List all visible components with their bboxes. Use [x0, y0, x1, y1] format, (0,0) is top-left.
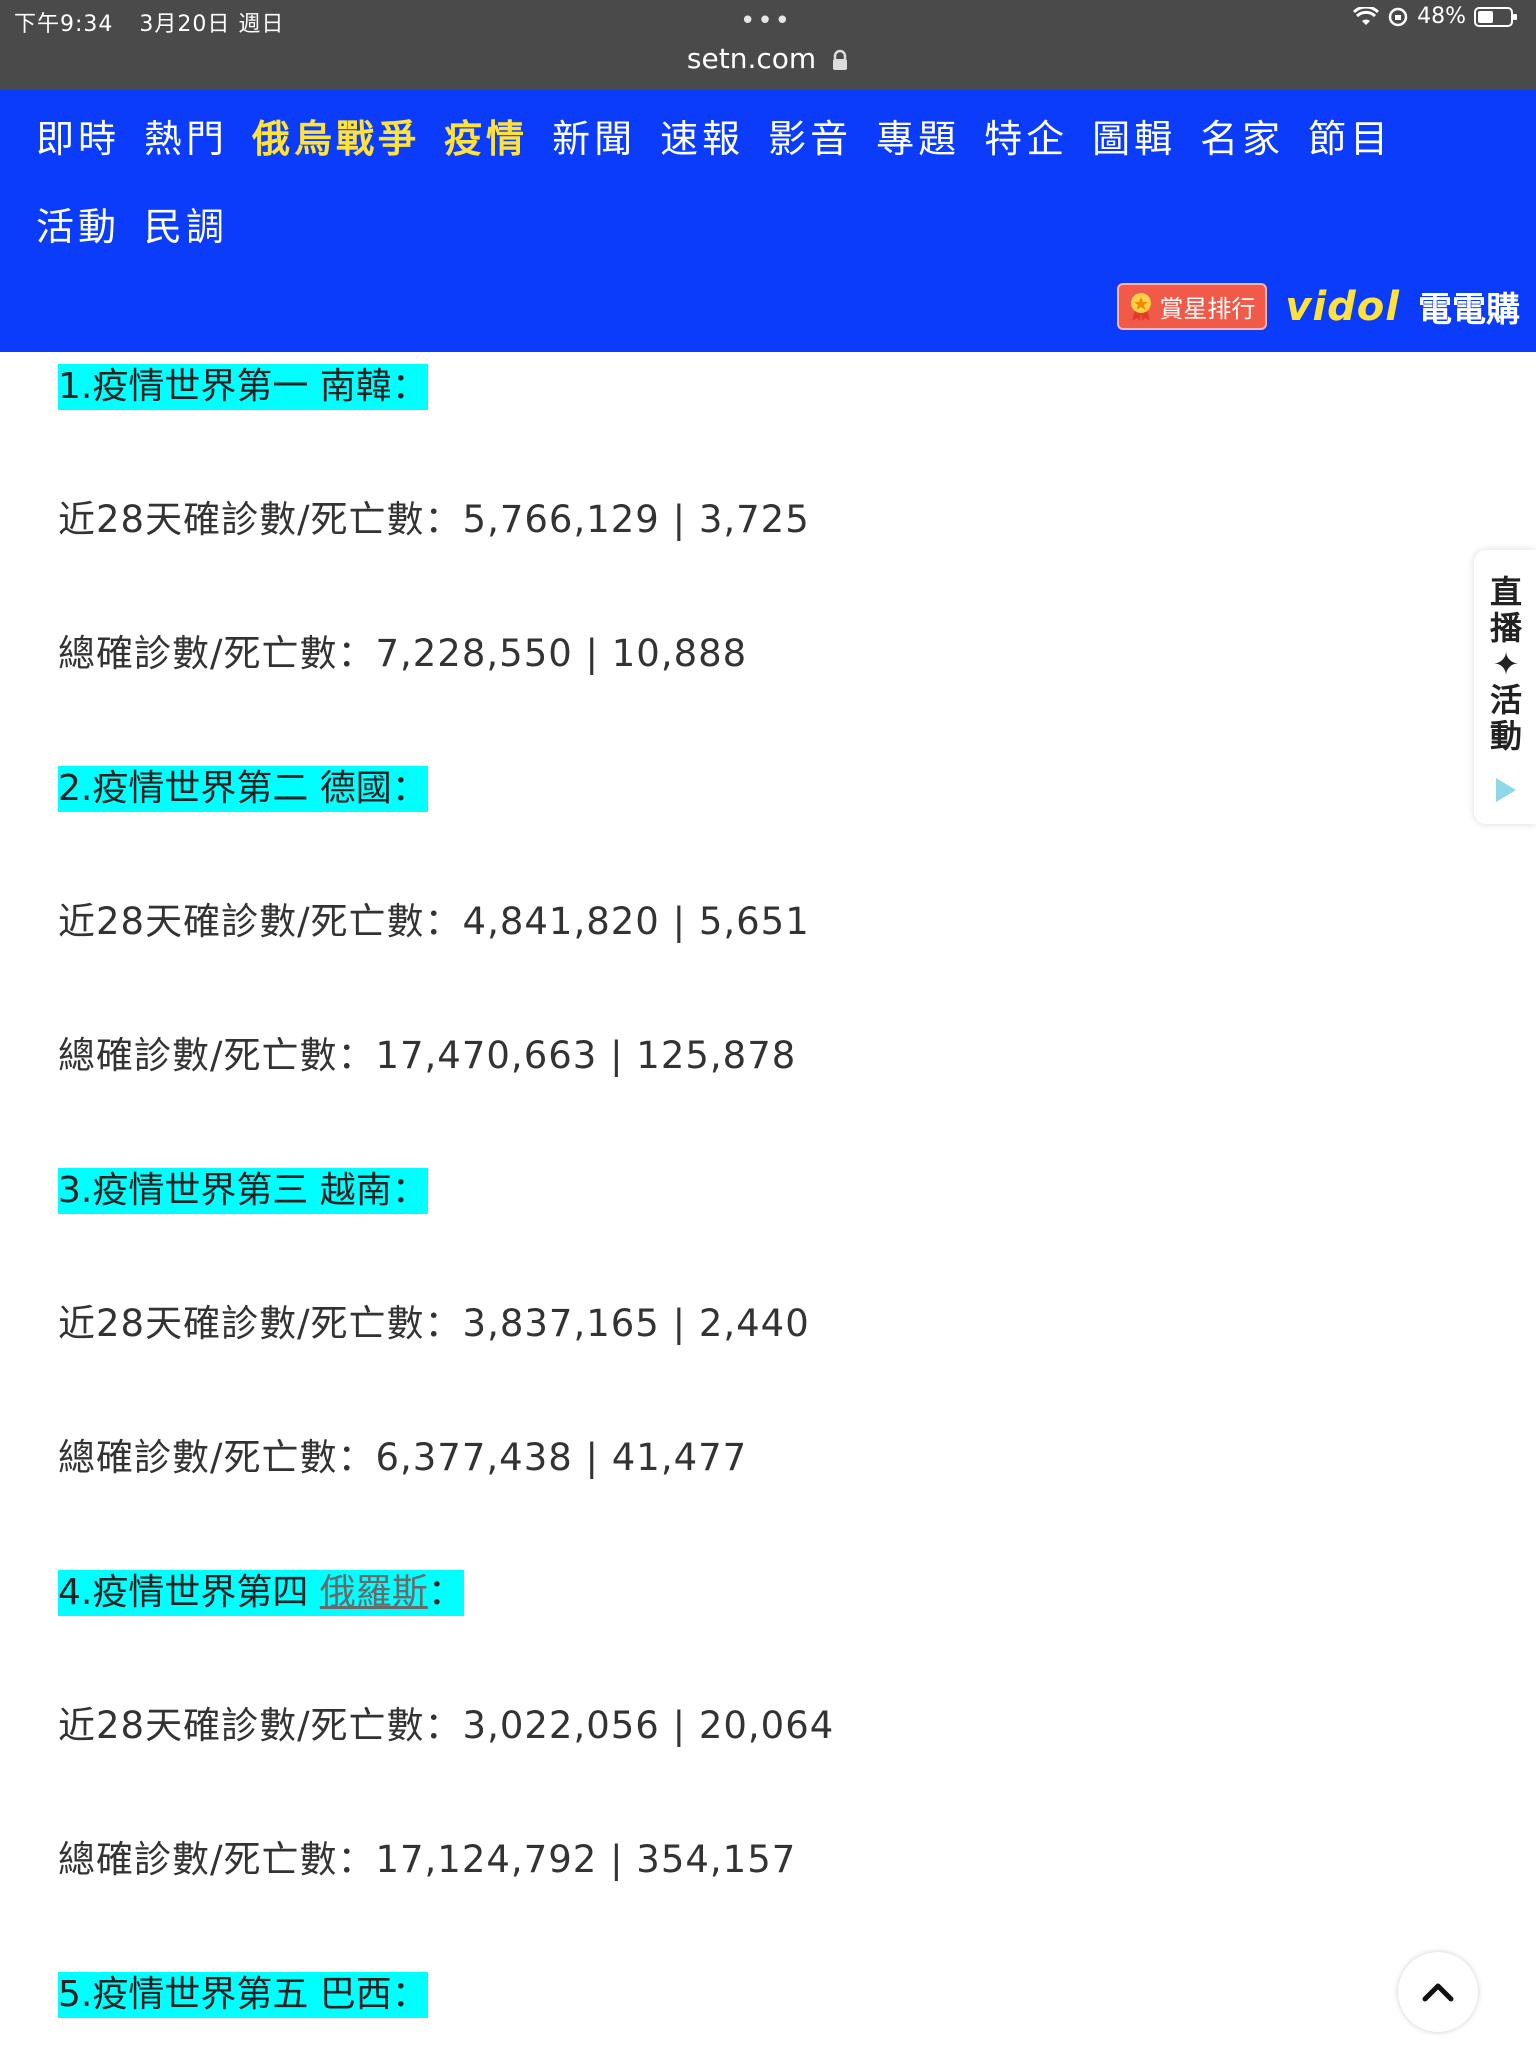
- rank-heading-suffix: ：: [427, 1572, 464, 1613]
- country-name: 德國: [319, 768, 392, 809]
- main-navigation: 即時 熱門 俄烏戰爭 疫情 新聞 速報 影音 專題 特企 圖輯 名家 節目 活動…: [0, 90, 1536, 352]
- status-time: 下午9:34 3月20日 週日: [14, 6, 284, 38]
- nav-item-special[interactable]: 特企: [984, 108, 1068, 163]
- recent-stats: 近28天確診數/死亡數：3,022,056 | 20,064: [58, 1704, 835, 1747]
- medal-icon: [1131, 292, 1152, 321]
- article-section-2: 2.疫情世界第二 德國：: [58, 766, 428, 812]
- page: 下午9:34 3月20日 週日 ••• 48% setn.com 即時 熱門 俄…: [0, 0, 1536, 2048]
- nav-row-1: 即時 熱門 俄烏戰爭 疫情 新聞 速報 影音 專題 特企 圖輯 名家 節目: [36, 108, 1392, 163]
- recent-stats: 近28天確診數/死亡數：4,841,820 | 5,651: [58, 900, 810, 943]
- brand-area: 賞星排行 vidol 電電購: [1117, 282, 1520, 331]
- country-name: 巴西: [319, 1974, 392, 2015]
- total-stats: 總確診數/死亡數：17,124,792 | 354,157: [58, 1838, 797, 1881]
- rank-heading-suffix: ：: [391, 768, 428, 809]
- vidol-logo[interactable]: vidol: [1285, 284, 1400, 330]
- nav-item-popular[interactable]: 熱門: [144, 108, 228, 163]
- total-stats: 總確診數/死亡數：7,228,550 | 10,888: [58, 632, 748, 675]
- rank-heading-prefix: 5.疫情世界第五: [58, 1974, 320, 2015]
- rank-heading-prefix: 1.疫情世界第一: [58, 366, 320, 407]
- url-text[interactable]: setn.com: [687, 42, 816, 75]
- nav-row-2: 活動 民調: [36, 196, 228, 251]
- rank-heading: 1.疫情世界第一 南韓：: [58, 364, 428, 410]
- live-events-side-tab[interactable]: 直播✦活動: [1474, 550, 1536, 824]
- nav-item-breaking[interactable]: 速報: [660, 108, 744, 163]
- rank-heading: 5.疫情世界第五 巴西：: [58, 1972, 428, 2018]
- multitask-dots[interactable]: •••: [740, 6, 792, 36]
- article-section-4: 4.疫情世界第四 俄羅斯：: [58, 1570, 464, 1616]
- chevron-up-icon: [1422, 1983, 1454, 2002]
- time-text: 下午9:34: [14, 12, 114, 37]
- recent-stats: 近28天確診數/死亡數：5,766,129 | 3,725: [58, 498, 810, 541]
- nav-item-realtime[interactable]: 即時: [36, 108, 120, 163]
- total-stats: 總確診數/死亡數：17,470,663 | 125,878: [58, 1034, 797, 1077]
- rank-heading-suffix: ：: [391, 1170, 428, 1211]
- nav-item-news[interactable]: 新聞: [552, 108, 636, 163]
- status-icons: 48%: [1353, 4, 1518, 29]
- country-link[interactable]: 俄羅斯: [320, 1572, 428, 1613]
- rank-heading: 2.疫情世界第二 德國：: [58, 766, 428, 812]
- nav-item-gallery[interactable]: 圖輯: [1092, 108, 1176, 163]
- back-to-top-button[interactable]: [1398, 1952, 1478, 2032]
- nav-item-topics[interactable]: 專題: [876, 108, 960, 163]
- article-section-3: 3.疫情世界第三 越南：: [58, 1168, 428, 1214]
- shop-logo[interactable]: 電電購: [1418, 282, 1520, 331]
- nav-item-pandemic[interactable]: 疫情: [444, 108, 528, 163]
- article-section-1: 1.疫情世界第一 南韓：: [58, 364, 428, 410]
- nav-item-video[interactable]: 影音: [768, 108, 852, 163]
- lock-icon: [833, 49, 848, 70]
- star-ranking-button[interactable]: 賞星排行: [1117, 283, 1268, 330]
- rank-heading-suffix: ：: [391, 366, 428, 407]
- nav-item-columnists[interactable]: 名家: [1200, 108, 1284, 163]
- nav-item-polls[interactable]: 民調: [144, 196, 228, 251]
- recent-stats: 近28天確診數/死亡數：3,837,165 | 2,440: [58, 1302, 810, 1345]
- article-section-5: 5.疫情世界第五 巴西：: [58, 1972, 428, 2018]
- total-stats: 總確診數/死亡數：6,377,438 | 41,477: [58, 1436, 748, 1479]
- star-ranking-label: 賞星排行: [1159, 295, 1256, 323]
- rank-heading-suffix: ：: [391, 1974, 428, 2015]
- wifi-icon: [1353, 6, 1380, 25]
- rank-heading-prefix: 4.疫情世界第四: [58, 1572, 320, 1613]
- date-text: 3月20日 週日: [139, 12, 285, 37]
- nav-item-russia-ukraine-war[interactable]: 俄烏戰爭: [252, 108, 420, 163]
- nav-item-events[interactable]: 活動: [36, 196, 120, 251]
- side-tab-label: 直播✦活動: [1489, 573, 1522, 755]
- rank-heading-prefix: 2.疫情世界第二: [58, 768, 320, 809]
- address-bar[interactable]: setn.com: [0, 42, 1536, 75]
- browser-top-bar: 下午9:34 3月20日 週日 ••• 48% setn.com: [0, 0, 1536, 90]
- country-name: 越南: [319, 1170, 392, 1211]
- battery-icon: [1474, 6, 1517, 27]
- rank-heading-prefix: 3.疫情世界第三: [58, 1170, 320, 1211]
- rank-heading: 3.疫情世界第三 越南：: [58, 1168, 428, 1214]
- play-icon: [1496, 778, 1516, 802]
- nav-item-programs[interactable]: 節目: [1308, 108, 1392, 163]
- rank-heading: 4.疫情世界第四 俄羅斯：: [58, 1570, 464, 1616]
- battery-percent: 48%: [1417, 4, 1466, 29]
- lock-rotation-icon: [1388, 7, 1408, 26]
- country-name: 南韓: [319, 366, 392, 407]
